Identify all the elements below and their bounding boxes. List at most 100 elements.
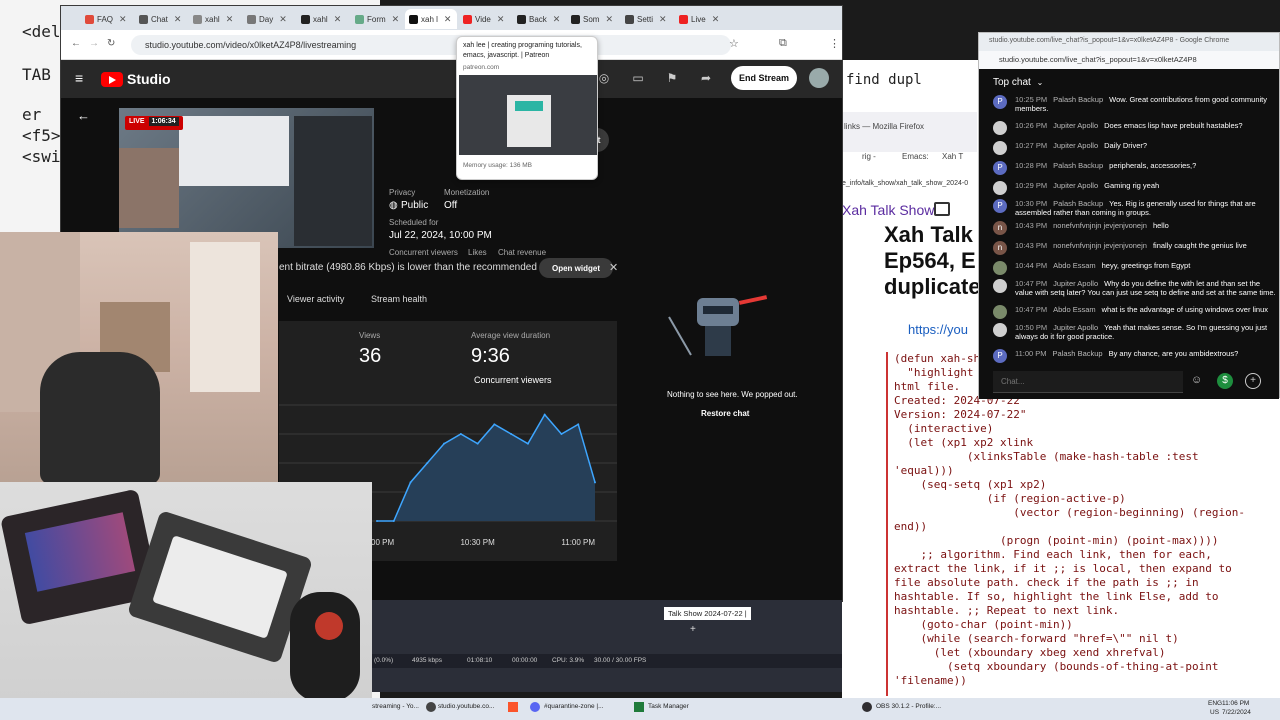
chat-author[interactable]: Jupiter Apollo [1053,141,1098,150]
chat-url-field[interactable]: studio.youtube.com/live_chat?is_popout=1… [979,51,1279,69]
youtube-link[interactable]: https://you [908,322,968,337]
tab-close-icon[interactable]: ✕ [659,14,667,25]
firefox-tab[interactable]: Xah T [942,152,963,161]
tab-stream-health[interactable]: Stream health [371,294,427,304]
reload-icon[interactable]: ↻ [107,38,115,49]
forward-icon[interactable]: → [89,38,99,49]
tab-favicon-icon [193,14,202,24]
brave-icon[interactable] [508,702,518,712]
chat-message[interactable]: P 10:25 PM Palash Backup Wow. Great contrib… [993,95,1277,113]
tab-3[interactable]: Day ✕ [243,9,295,29]
tab-1[interactable]: Chat ✕ [135,9,187,29]
chat-author[interactable]: nonefvnfvnjnjn jevjenjvonejn [1053,221,1147,230]
restore-chat-button[interactable]: Restore chat [701,409,749,418]
bookmark-star-icon[interactable]: ☆ [729,37,739,50]
broadcast-icon[interactable]: ◎ [597,71,611,85]
tab-close-icon[interactable]: ✕ [119,14,127,25]
chat-author[interactable]: Palash Backup [1053,95,1103,104]
tab-6[interactable]: xah l ✕ [405,9,457,29]
tab-close-icon[interactable]: ✕ [279,14,287,25]
chat-message[interactable]: P 11:00 PM Palash Backup By any chance, are… [993,349,1277,363]
page-title-line: Xah Talk [884,222,973,247]
firefox-tab[interactable]: rig - [862,152,876,161]
layout-icon[interactable]: ▭ [631,71,645,85]
chat-message[interactable]: 10:44 PM Abdo Essam heyy, greetings from E… [993,261,1277,275]
open-widget-button[interactable]: Open widget [539,258,613,278]
tab-8[interactable]: Back ✕ [513,9,565,29]
url-field[interactable]: studio.youtube.com/video/x0lketAZ4P8/liv… [131,35,731,55]
super-chat-icon[interactable]: $ [1217,373,1233,389]
language-indicator[interactable]: ENG [1208,700,1222,707]
top-chat-dropdown[interactable]: Top chat [993,77,1031,88]
chat-message[interactable]: P 10:28 PM Palash Backup peripherals, acces… [993,161,1277,175]
chat-message[interactable]: 10:27 PM Jupiter Apollo Daily Driver? [993,141,1277,155]
chat-input[interactable] [993,371,1183,393]
chat-author[interactable]: nonefvnfvnjnjn jevjenjvonejn [1053,241,1147,250]
menu-icon[interactable]: ⋮ [829,37,840,50]
avatar[interactable] [809,68,829,88]
tab-close-icon[interactable]: ✕ [712,14,720,25]
tab-close-icon[interactable]: ✕ [444,14,452,25]
chat-author[interactable]: Abdo Essam [1053,261,1096,270]
chat-author[interactable]: Jupiter Apollo [1053,181,1098,190]
tab-close-icon[interactable]: ✕ [334,14,342,25]
live-badge: LIVE 1:06:34 [125,116,183,130]
end-stream-button[interactable]: End Stream [731,66,797,90]
chat-message[interactable]: 10:26 PM Jupiter Apollo Does emacs lisp ha… [993,121,1277,135]
taskbar-item[interactable]: streaming - Yo... [372,703,419,710]
region-indicator[interactable]: US [1210,709,1219,716]
taskbar-item[interactable]: OBS 30.1.2 - Profile:... [876,703,941,710]
chat-message[interactable]: n 10:43 PM nonefvnfvnjnjn jevjenjvonejn hel… [993,221,1277,235]
tab-4[interactable]: xahl ✕ [297,9,349,29]
tab-10[interactable]: Setti ✕ [621,9,673,29]
task-manager-icon[interactable] [634,702,644,712]
chat-author[interactable]: Jupiter Apollo [1053,121,1098,130]
chat-message[interactable]: n 10:43 PM nonefvnfvnjnjn jevjenjvonejn fin… [993,241,1277,255]
obs-icon[interactable] [862,702,872,712]
tab-viewer-activity[interactable]: Viewer activity [287,294,344,304]
tab-close-icon[interactable]: ✕ [553,14,561,25]
firefox-tab[interactable]: Emacs: [902,152,929,161]
chat-author[interactable]: Jupiter Apollo [1053,279,1098,288]
chat-author[interactable]: Palash Backup [1053,349,1103,358]
chat-message[interactable]: 10:47 PM Jupiter Apollo Why do you define … [993,279,1277,297]
studio-logo[interactable]: Studio [101,70,171,88]
emoji-icon[interactable]: ☺ [1191,374,1202,386]
chart-point [409,481,412,484]
flag-icon[interactable]: ⚑ [665,71,679,85]
hamburger-menu-icon[interactable]: ≡ [75,70,83,86]
taskbar-item[interactable]: studio.youtube.co... [438,703,494,710]
tab-7[interactable]: Vide ✕ [459,9,511,29]
chat-message[interactable]: 10:29 PM Jupiter Apollo Gaming rig yeah [993,181,1277,195]
chat-author[interactable]: Palash Backup [1053,199,1103,208]
chrome-icon[interactable] [426,702,436,712]
taskbar-item[interactable]: #quarantine-zone |... [544,703,604,710]
chat-author[interactable]: Jupiter Apollo [1053,323,1098,332]
share-icon[interactable]: ➦ [699,71,713,85]
tab-5[interactable]: Form ✕ [351,9,403,29]
tab-close-icon[interactable]: ✕ [174,14,182,25]
chat-message[interactable]: P 10:30 PM Palash Backup Yes. Rig is genera… [993,199,1277,217]
clock-time[interactable]: 11:06 PM [1222,700,1249,707]
taskbar-item[interactable]: Task Manager [648,703,689,710]
chat-author[interactable]: Palash Backup [1053,161,1103,170]
tab-close-icon[interactable]: ✕ [605,14,613,25]
clock-date[interactable]: 7/22/2024 [1222,709,1251,716]
chevron-down-icon[interactable]: ⌄ [1037,78,1044,87]
tab-2[interactable]: xahl ✕ [189,9,241,29]
chat-message[interactable]: 10:50 PM Jupiter Apollo Yeah that makes se… [993,323,1277,341]
add-icon[interactable]: + [690,624,696,635]
back-icon[interactable]: ← [71,38,81,49]
tab-0[interactable]: FAQ ✕ [81,9,133,29]
back-arrow-icon[interactable]: ← [77,108,90,123]
tab-9[interactable]: Som ✕ [567,9,619,29]
tab-close-icon[interactable]: ✕ [226,14,234,25]
tab-close-icon[interactable]: ✕ [497,14,505,25]
tab-11[interactable]: Live ✕ [675,9,727,29]
discord-icon[interactable] [530,702,540,712]
chat-message[interactable]: 10:47 PM Abdo Essam what is the advantage … [993,305,1277,319]
chat-author[interactable]: Abdo Essam [1053,305,1096,314]
tab-close-icon[interactable]: ✕ [392,14,400,25]
extensions-icon[interactable]: ⧉ [779,37,787,50]
add-icon[interactable]: + [1245,373,1261,389]
